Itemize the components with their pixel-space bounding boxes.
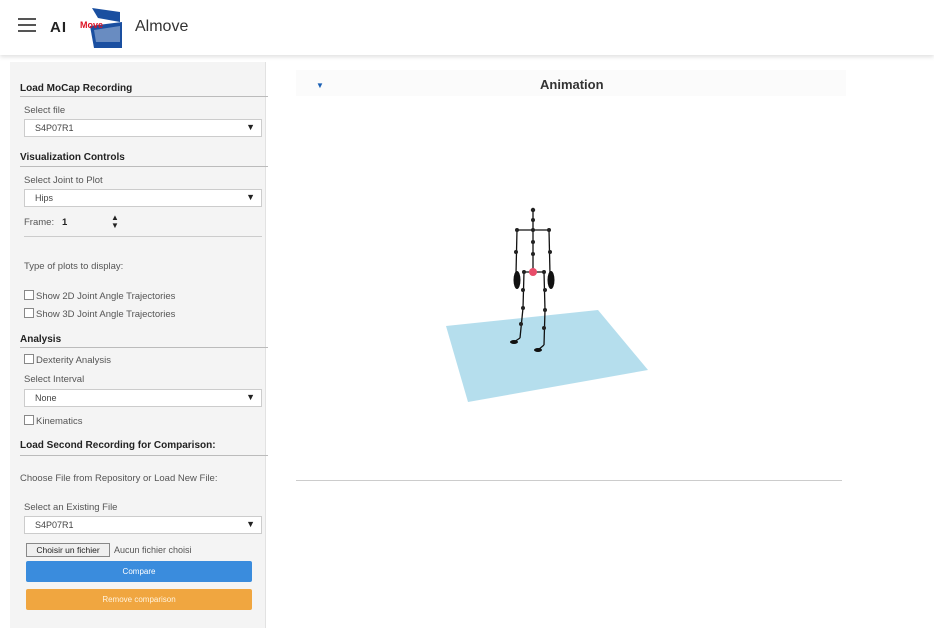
logo-move-text: Move (80, 20, 104, 30)
compare-button[interactable]: Compare (26, 561, 252, 582)
plot-types-label: Type of plots to display: (24, 261, 124, 272)
no-file-chosen-text: Aucun fichier choisi (114, 545, 192, 555)
show-3d-checkbox[interactable]: Show 3D Joint Angle Trajectories (24, 308, 175, 320)
vis-section-title: Visualization Controls (20, 152, 125, 163)
existing-file-label: Select an Existing File (24, 502, 118, 513)
floor-plane (446, 310, 648, 402)
menu-icon[interactable] (18, 18, 36, 32)
divider (20, 455, 268, 456)
app-title: Almove (135, 18, 189, 35)
frame-slider[interactable] (24, 232, 262, 237)
checkbox-icon (24, 308, 34, 318)
select-file-label: Select file (24, 105, 66, 116)
caret-down-icon: ▼ (246, 519, 255, 529)
show-3d-label: Show 3D Joint Angle Trajectories (36, 309, 176, 320)
app-logo: AI Move (50, 8, 122, 48)
remove-comparison-button[interactable]: Remove comparison (26, 589, 252, 610)
select-file-dropdown[interactable]: S4P07R1 ▼ (24, 119, 262, 137)
joint-value: Hips (35, 193, 54, 203)
caret-down-icon: ▼ (246, 392, 255, 402)
interval-label: Select Interval (24, 374, 85, 385)
frame-stepper[interactable]: ▲ ▼ (110, 214, 120, 232)
checkbox-icon (24, 290, 34, 300)
joint-label: Select Joint to Plot (24, 175, 103, 186)
interval-value: None (35, 393, 57, 403)
collapse-toggle-icon[interactable]: ▼ (316, 81, 324, 90)
load-section-title: Load MoCap Recording (20, 83, 133, 94)
dexterity-checkbox[interactable]: Dexterity Analysis (24, 354, 111, 366)
frame-label: Frame: (24, 217, 55, 228)
interval-dropdown[interactable]: None ▼ (24, 389, 262, 407)
panel-divider (296, 480, 842, 481)
show-2d-label: Show 2D Joint Angle Trajectories (36, 291, 176, 302)
joint-dropdown[interactable]: Hips ▼ (24, 189, 262, 207)
checkbox-icon (24, 354, 34, 364)
skeleton-3d-plot[interactable] (420, 190, 680, 420)
top-bar: AI Move Almove (0, 0, 934, 55)
logo-ai-text: AI (50, 19, 67, 36)
divider (20, 166, 268, 167)
kinematics-checkbox[interactable]: Kinematics (24, 415, 82, 427)
divider (20, 96, 268, 97)
divider (20, 347, 268, 348)
caret-down-icon: ▼ (246, 192, 255, 202)
existing-file-value: S4P07R1 (35, 520, 74, 530)
checkbox-icon (24, 415, 34, 425)
select-file-value: S4P07R1 (35, 123, 74, 133)
existing-file-dropdown[interactable]: S4P07R1 ▼ (24, 516, 262, 534)
kinematics-label: Kinematics (36, 416, 83, 427)
choose-file-button[interactable]: Choisir un fichier (26, 543, 110, 557)
dexterity-label: Dexterity Analysis (36, 355, 111, 366)
second-recording-title: Load Second Recording for Comparison: (20, 440, 216, 451)
analysis-title: Analysis (20, 334, 62, 345)
selected-joint-marker (529, 268, 537, 276)
frame-value[interactable]: 1 (62, 217, 67, 228)
animation-title: Animation (540, 77, 604, 92)
show-2d-checkbox[interactable]: Show 2D Joint Angle Trajectories (24, 290, 175, 302)
caret-down-icon: ▼ (246, 122, 255, 132)
choose-file-text: Choose File from Repository or Load New … (20, 473, 218, 484)
